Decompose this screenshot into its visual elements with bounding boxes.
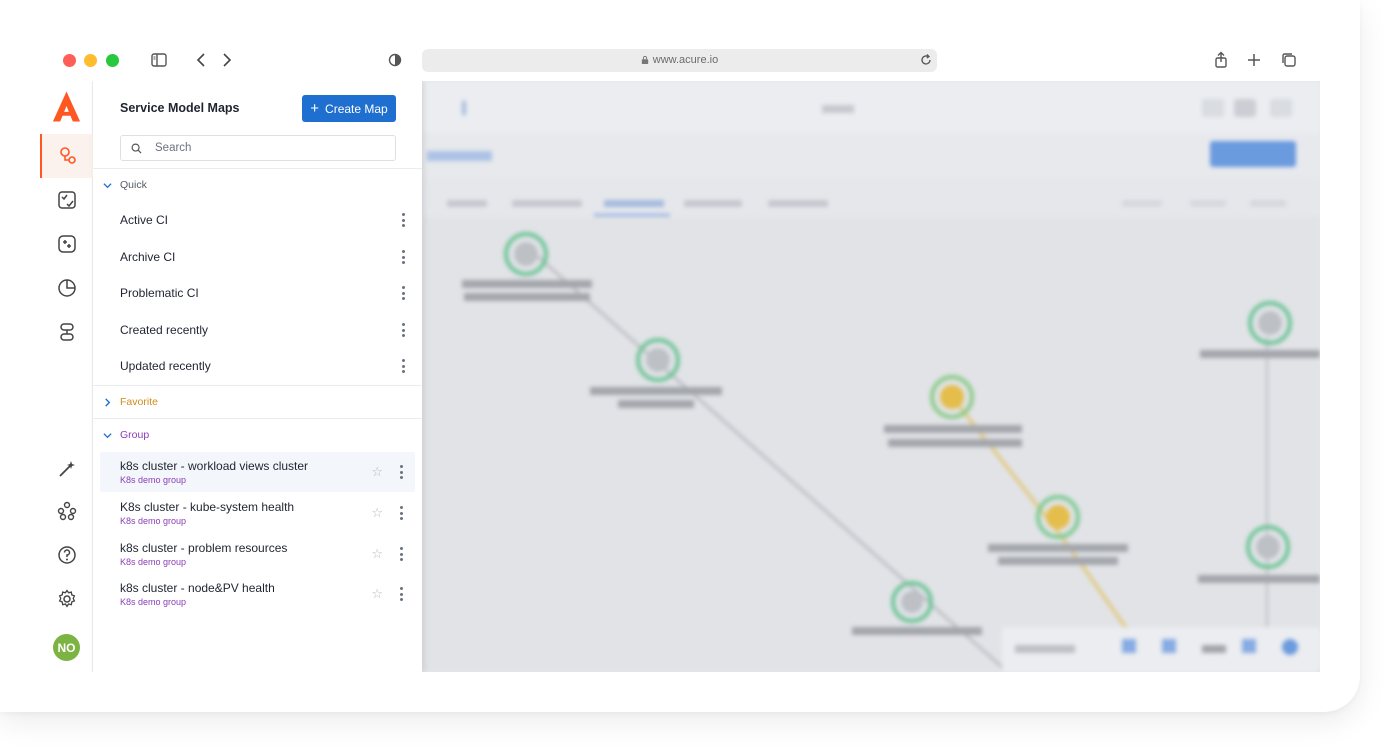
quick-item-archive-ci[interactable]: Archive CI — [93, 239, 422, 275]
list-item-label: Archive CI — [120, 250, 176, 264]
nav-signals[interactable] — [40, 310, 93, 354]
group-item-group: K8s demo group — [120, 557, 187, 567]
divider — [93, 418, 422, 419]
checklist-icon — [57, 191, 76, 209]
group-item-group: K8s demo group — [120, 475, 187, 485]
group-item-problem-resources[interactable]: k8s cluster - problem resources K8s demo… — [100, 534, 415, 574]
minimize-window-button[interactable] — [84, 54, 97, 67]
group-item-label: k8s cluster - workload views cluster — [120, 459, 309, 473]
more-options-icon[interactable] — [400, 587, 404, 601]
service-model-maps-panel: Service Model Maps + Create Map Quick Ac… — [93, 81, 422, 672]
star-icon[interactable]: ☆ — [371, 546, 383, 562]
address-bar[interactable]: www.acure.io — [422, 49, 937, 72]
group-item-group: K8s demo group — [120, 516, 187, 526]
nav-settings[interactable] — [40, 577, 93, 621]
group-item-label: K8s cluster - kube-system health — [120, 500, 295, 514]
left-nav-rail: NO — [40, 81, 93, 672]
search-box — [120, 135, 396, 161]
blurred-graph-background — [422, 81, 1320, 672]
service-map-icon — [59, 147, 76, 164]
list-item-label: Active CI — [120, 213, 169, 227]
reload-icon[interactable] — [918, 52, 934, 68]
more-options-icon[interactable] — [400, 506, 404, 520]
new-tab-icon[interactable] — [1244, 50, 1264, 70]
browser-toolbar: www.acure.io — [40, 40, 1320, 80]
maximize-window-button[interactable] — [106, 54, 119, 67]
more-options-icon[interactable] — [400, 465, 404, 479]
tab-overview-icon[interactable] — [1279, 50, 1299, 70]
divider — [93, 168, 422, 169]
create-map-button[interactable]: + Create Map — [302, 95, 396, 122]
acure-logo-icon[interactable] — [50, 89, 83, 125]
section-group-label: Group — [120, 429, 150, 441]
group-item-node-pv-health[interactable]: k8s cluster - node&PV health K8s demo gr… — [100, 574, 415, 614]
url-text: www.acure.io — [652, 54, 719, 66]
more-options-icon[interactable] — [402, 359, 406, 373]
reports-icon — [57, 279, 76, 297]
nav-magic-wand[interactable] — [40, 447, 93, 491]
group-item-label: k8s cluster - node&PV health — [120, 581, 275, 595]
quick-item-problematic-ci[interactable]: Problematic CI — [93, 275, 422, 311]
signals-icon — [59, 323, 74, 341]
star-icon[interactable]: ☆ — [371, 464, 383, 480]
back-icon[interactable] — [192, 50, 212, 70]
nav-checklist[interactable] — [40, 178, 93, 222]
list-item-label: Problematic CI — [120, 286, 199, 300]
more-options-icon[interactable] — [402, 250, 406, 264]
chevron-right-icon — [105, 397, 111, 407]
section-quick-toggle[interactable]: Quick — [103, 176, 147, 194]
nodes-icon — [57, 501, 76, 521]
browser-window: www.acure.io NO Service Model Maps + Cre… — [0, 0, 1360, 712]
star-icon[interactable]: ☆ — [371, 505, 383, 521]
lock-icon — [641, 51, 649, 74]
group-item-label: k8s cluster - problem resources — [120, 541, 288, 555]
chevron-down-icon — [103, 432, 112, 438]
nav-help[interactable] — [40, 533, 93, 577]
quick-item-active-ci[interactable]: Active CI — [93, 202, 422, 238]
user-avatar[interactable]: NO — [53, 634, 80, 661]
search-icon — [131, 143, 142, 154]
more-options-icon[interactable] — [400, 547, 404, 561]
section-favorite-toggle[interactable]: Favorite — [103, 393, 158, 411]
divider — [93, 385, 422, 386]
forward-icon[interactable] — [216, 50, 236, 70]
group-item-workload-views[interactable]: k8s cluster - workload views cluster K8s… — [100, 452, 415, 492]
list-item-label: Updated recently — [120, 359, 211, 373]
quick-item-created-recently[interactable]: Created recently — [93, 312, 422, 348]
group-item-kube-system-health[interactable]: K8s cluster - kube-system health K8s dem… — [100, 493, 415, 533]
share-icon[interactable] — [1211, 50, 1231, 70]
nav-nodes[interactable] — [40, 489, 93, 533]
nav-automation[interactable] — [40, 222, 93, 266]
more-options-icon[interactable] — [402, 323, 406, 337]
quick-item-updated-recently[interactable]: Updated recently — [93, 348, 422, 384]
list-item-label: Created recently — [120, 323, 209, 337]
create-map-label: Create Map — [325, 101, 388, 116]
section-quick-label: Quick — [120, 179, 147, 191]
panel-title: Service Model Maps — [120, 101, 240, 115]
section-group-toggle[interactable]: Group — [103, 426, 149, 444]
more-options-icon[interactable] — [402, 286, 406, 300]
privacy-shield-icon[interactable] — [385, 50, 405, 70]
magic-wand-icon — [58, 461, 75, 477]
app-viewport: NO Service Model Maps + Create Map Quick — [40, 81, 1320, 672]
nav-service-maps[interactable] — [40, 134, 93, 178]
automation-icon — [57, 235, 76, 253]
close-window-button[interactable] — [63, 54, 76, 67]
sidebar-toggle-icon[interactable] — [149, 50, 169, 70]
plus-icon: + — [310, 99, 320, 117]
group-item-group: K8s demo group — [120, 597, 187, 607]
blurred-graph-canvas — [422, 217, 1320, 672]
section-favorite-label: Favorite — [120, 396, 158, 408]
blurred-toolbar — [422, 81, 1320, 217]
nav-reports[interactable] — [40, 266, 93, 310]
chevron-down-icon — [103, 182, 112, 188]
star-icon[interactable]: ☆ — [371, 586, 383, 602]
more-options-icon[interactable] — [402, 213, 406, 227]
help-icon — [57, 546, 76, 564]
settings-icon — [58, 589, 75, 608]
stage: www.acure.io NO Service Model Maps + Cre… — [0, 0, 1400, 753]
search-input[interactable] — [155, 139, 385, 157]
